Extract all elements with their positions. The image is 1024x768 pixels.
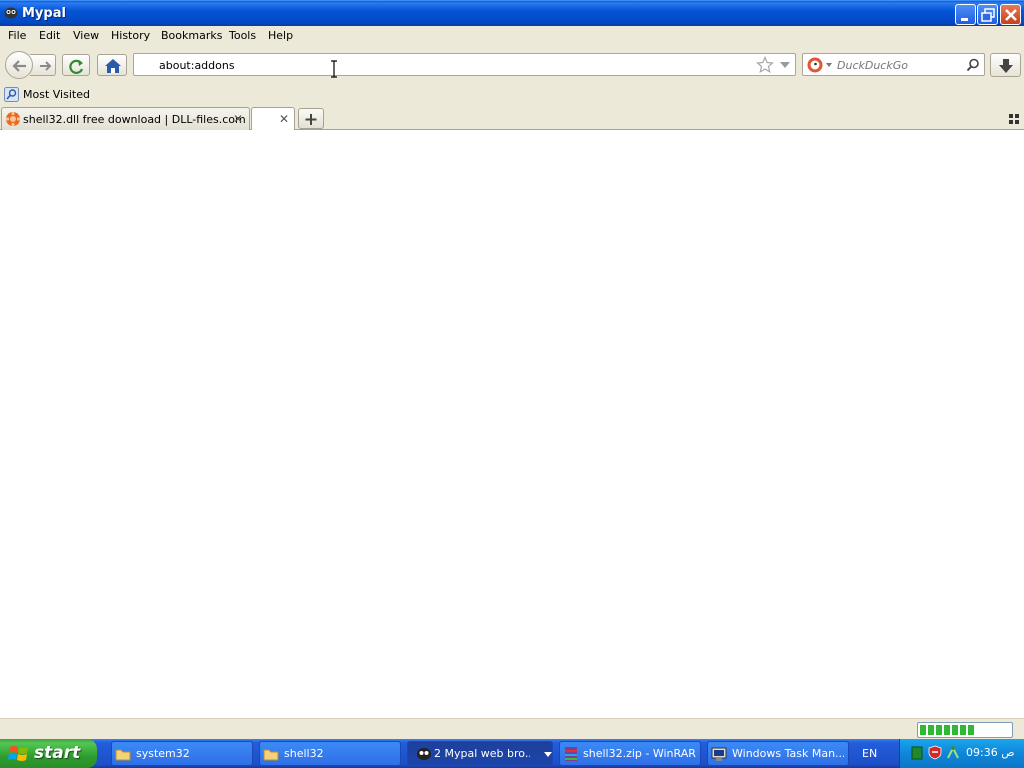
status-bar: [0, 718, 1024, 739]
winrar-icon: [565, 747, 577, 761]
search-input[interactable]: [837, 58, 962, 72]
taskbar-item-label: system32: [136, 747, 190, 760]
folder-icon: [263, 749, 279, 761]
reload-icon: [69, 59, 84, 74]
navigation-toolbar: [0, 46, 1024, 84]
windows-logo-icon: [8, 746, 28, 761]
taskbar-item-label: shell32.zip - WinRAR: [583, 747, 696, 760]
minimize-icon: [961, 18, 968, 21]
menu-help[interactable]: Help: [268, 29, 293, 42]
network-tray-icon[interactable]: [946, 745, 960, 760]
url-input[interactable]: [159, 58, 739, 72]
close-button[interactable]: [1000, 4, 1021, 25]
system-tray: 09:36 ص: [899, 739, 1024, 768]
chevron-down-icon: [544, 752, 552, 757]
close-icon: [1005, 9, 1017, 21]
taskbar-item-task-manager[interactable]: Windows Task Man...: [707, 741, 849, 766]
tab-addons[interactable]: ✕: [251, 107, 295, 131]
text-cursor-icon: [331, 60, 337, 78]
taskbar-item-system32[interactable]: system32: [111, 741, 253, 766]
menu-file[interactable]: File: [8, 29, 26, 42]
start-label: start: [34, 743, 81, 763]
tab-close-icon[interactable]: ✕: [233, 113, 243, 125]
menu-bookmarks[interactable]: Bookmarks: [161, 29, 222, 42]
bookmarks-toolbar: Most Visited: [0, 84, 1024, 105]
dll-files-favicon: [5, 111, 21, 127]
menu-tools[interactable]: Tools: [229, 29, 256, 42]
url-bar[interactable]: [133, 53, 796, 76]
language-indicator[interactable]: EN: [862, 747, 877, 760]
menu-bar: File Edit View History Bookmarks Tools H…: [0, 26, 1024, 46]
search-bar[interactable]: [802, 53, 985, 76]
forward-arrow-icon: [40, 61, 52, 71]
taskbar-item-label: shell32: [284, 747, 324, 760]
download-arrow-icon: [999, 59, 1013, 73]
menu-edit[interactable]: Edit: [39, 29, 60, 42]
taskbar-item-mypal[interactable]: 2 Mypal web bro...: [407, 741, 553, 766]
plus-icon: [305, 114, 317, 125]
menu-view[interactable]: View: [73, 29, 99, 42]
taskbar-item-winrar[interactable]: shell32.zip - WinRAR: [559, 741, 701, 766]
security-shield-icon[interactable]: [928, 745, 942, 760]
most-visited-label: Most Visited: [23, 88, 90, 101]
tab-close-icon[interactable]: ✕: [279, 113, 289, 125]
windows-taskbar: start system32 shell32 2 Mypal web bro..…: [0, 739, 1024, 768]
taskbar-item-shell32-folder[interactable]: shell32: [259, 741, 401, 766]
most-visited-folder-icon: [4, 87, 19, 102]
clock[interactable]: 09:36 ص: [966, 746, 1015, 759]
restore-icon: [981, 8, 995, 22]
home-icon: [105, 59, 121, 73]
mypal-app-icon: [4, 7, 18, 19]
back-button[interactable]: [5, 51, 33, 79]
back-arrow-icon: [12, 60, 26, 72]
new-tab-button[interactable]: [298, 108, 324, 129]
title-bar[interactable]: Mypal: [0, 0, 1024, 26]
taskbar-item-label: 2 Mypal web bro...: [434, 747, 530, 760]
taskbar-item-label: Windows Task Man...: [732, 747, 844, 760]
folder-icon: [115, 749, 131, 761]
green-tray-icon[interactable]: [911, 746, 923, 760]
tab-strip: shell32.dll free download | DLL-files.co…: [0, 105, 1024, 131]
tab-dll-files[interactable]: shell32.dll free download | DLL-files.co…: [1, 107, 250, 130]
duckduckgo-icon[interactable]: [805, 55, 833, 75]
page-content[interactable]: [0, 60, 1024, 718]
url-dropdown-icon[interactable]: [779, 60, 791, 70]
home-button[interactable]: [97, 54, 127, 76]
downloads-button[interactable]: [990, 53, 1021, 77]
load-progress-bar: [917, 722, 1013, 738]
tab-label: shell32.dll free download | DLL-files.co…: [23, 113, 246, 126]
restore-button[interactable]: [977, 4, 998, 25]
bookmark-star-icon[interactable]: [756, 56, 774, 74]
window-title: Mypal: [22, 6, 66, 21]
tab-groups-icon[interactable]: [1008, 113, 1020, 125]
mypal-app-icon: [417, 748, 431, 760]
search-magnifier-icon[interactable]: [966, 58, 980, 72]
most-visited-bookmark[interactable]: Most Visited: [4, 87, 90, 105]
task-manager-icon: [711, 747, 727, 761]
minimize-button[interactable]: [955, 4, 976, 25]
reload-button[interactable]: [62, 54, 90, 76]
start-button[interactable]: start: [0, 739, 97, 768]
menu-history[interactable]: History: [111, 29, 150, 42]
progress-fill: [920, 725, 974, 735]
